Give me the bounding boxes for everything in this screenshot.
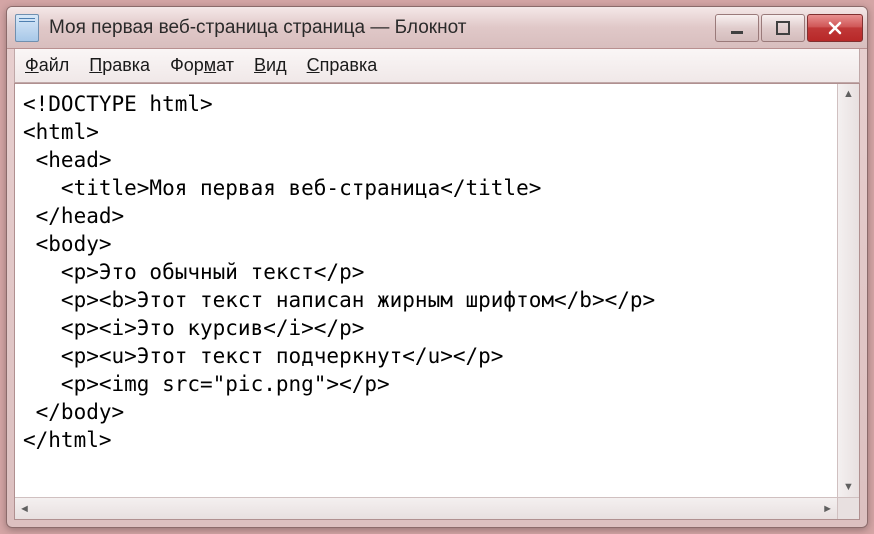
menu-view[interactable]: Вид [254,55,287,76]
horizontal-scrollbar[interactable]: ◄ ► [15,497,837,519]
scroll-right-icon: ► [822,503,833,515]
menu-help[interactable]: Справка [307,55,378,76]
scroll-down-icon: ▼ [843,481,854,493]
menu-file[interactable]: Файл [25,55,69,76]
notepad-icon [15,14,39,42]
maximize-button[interactable] [761,14,805,42]
titlebar[interactable]: Моя первая веб-страница страница — Блокн… [7,7,867,49]
minimize-icon [730,21,744,35]
text-editor[interactable]: <!DOCTYPE html> <html> <head> <title>Моя… [15,84,859,519]
maximize-icon [776,21,790,35]
scroll-left-icon: ◄ [19,503,30,515]
menu-format[interactable]: Формат [170,55,234,76]
minimize-button[interactable] [715,14,759,42]
vertical-scrollbar[interactable]: ▲ ▼ [837,84,859,497]
window-controls [715,14,863,42]
close-button[interactable] [807,14,863,42]
menu-edit[interactable]: Правка [89,55,150,76]
close-icon [827,20,843,36]
menubar: Файл Правка Формат Вид Справка [14,49,860,83]
editor-area: <!DOCTYPE html> <html> <head> <title>Моя… [14,83,860,520]
window-title: Моя первая веб-страница страница — Блокн… [49,17,715,39]
scroll-corner [837,497,859,519]
notepad-window: Моя первая веб-страница страница — Блокн… [6,6,868,528]
scroll-up-icon: ▲ [843,88,854,100]
